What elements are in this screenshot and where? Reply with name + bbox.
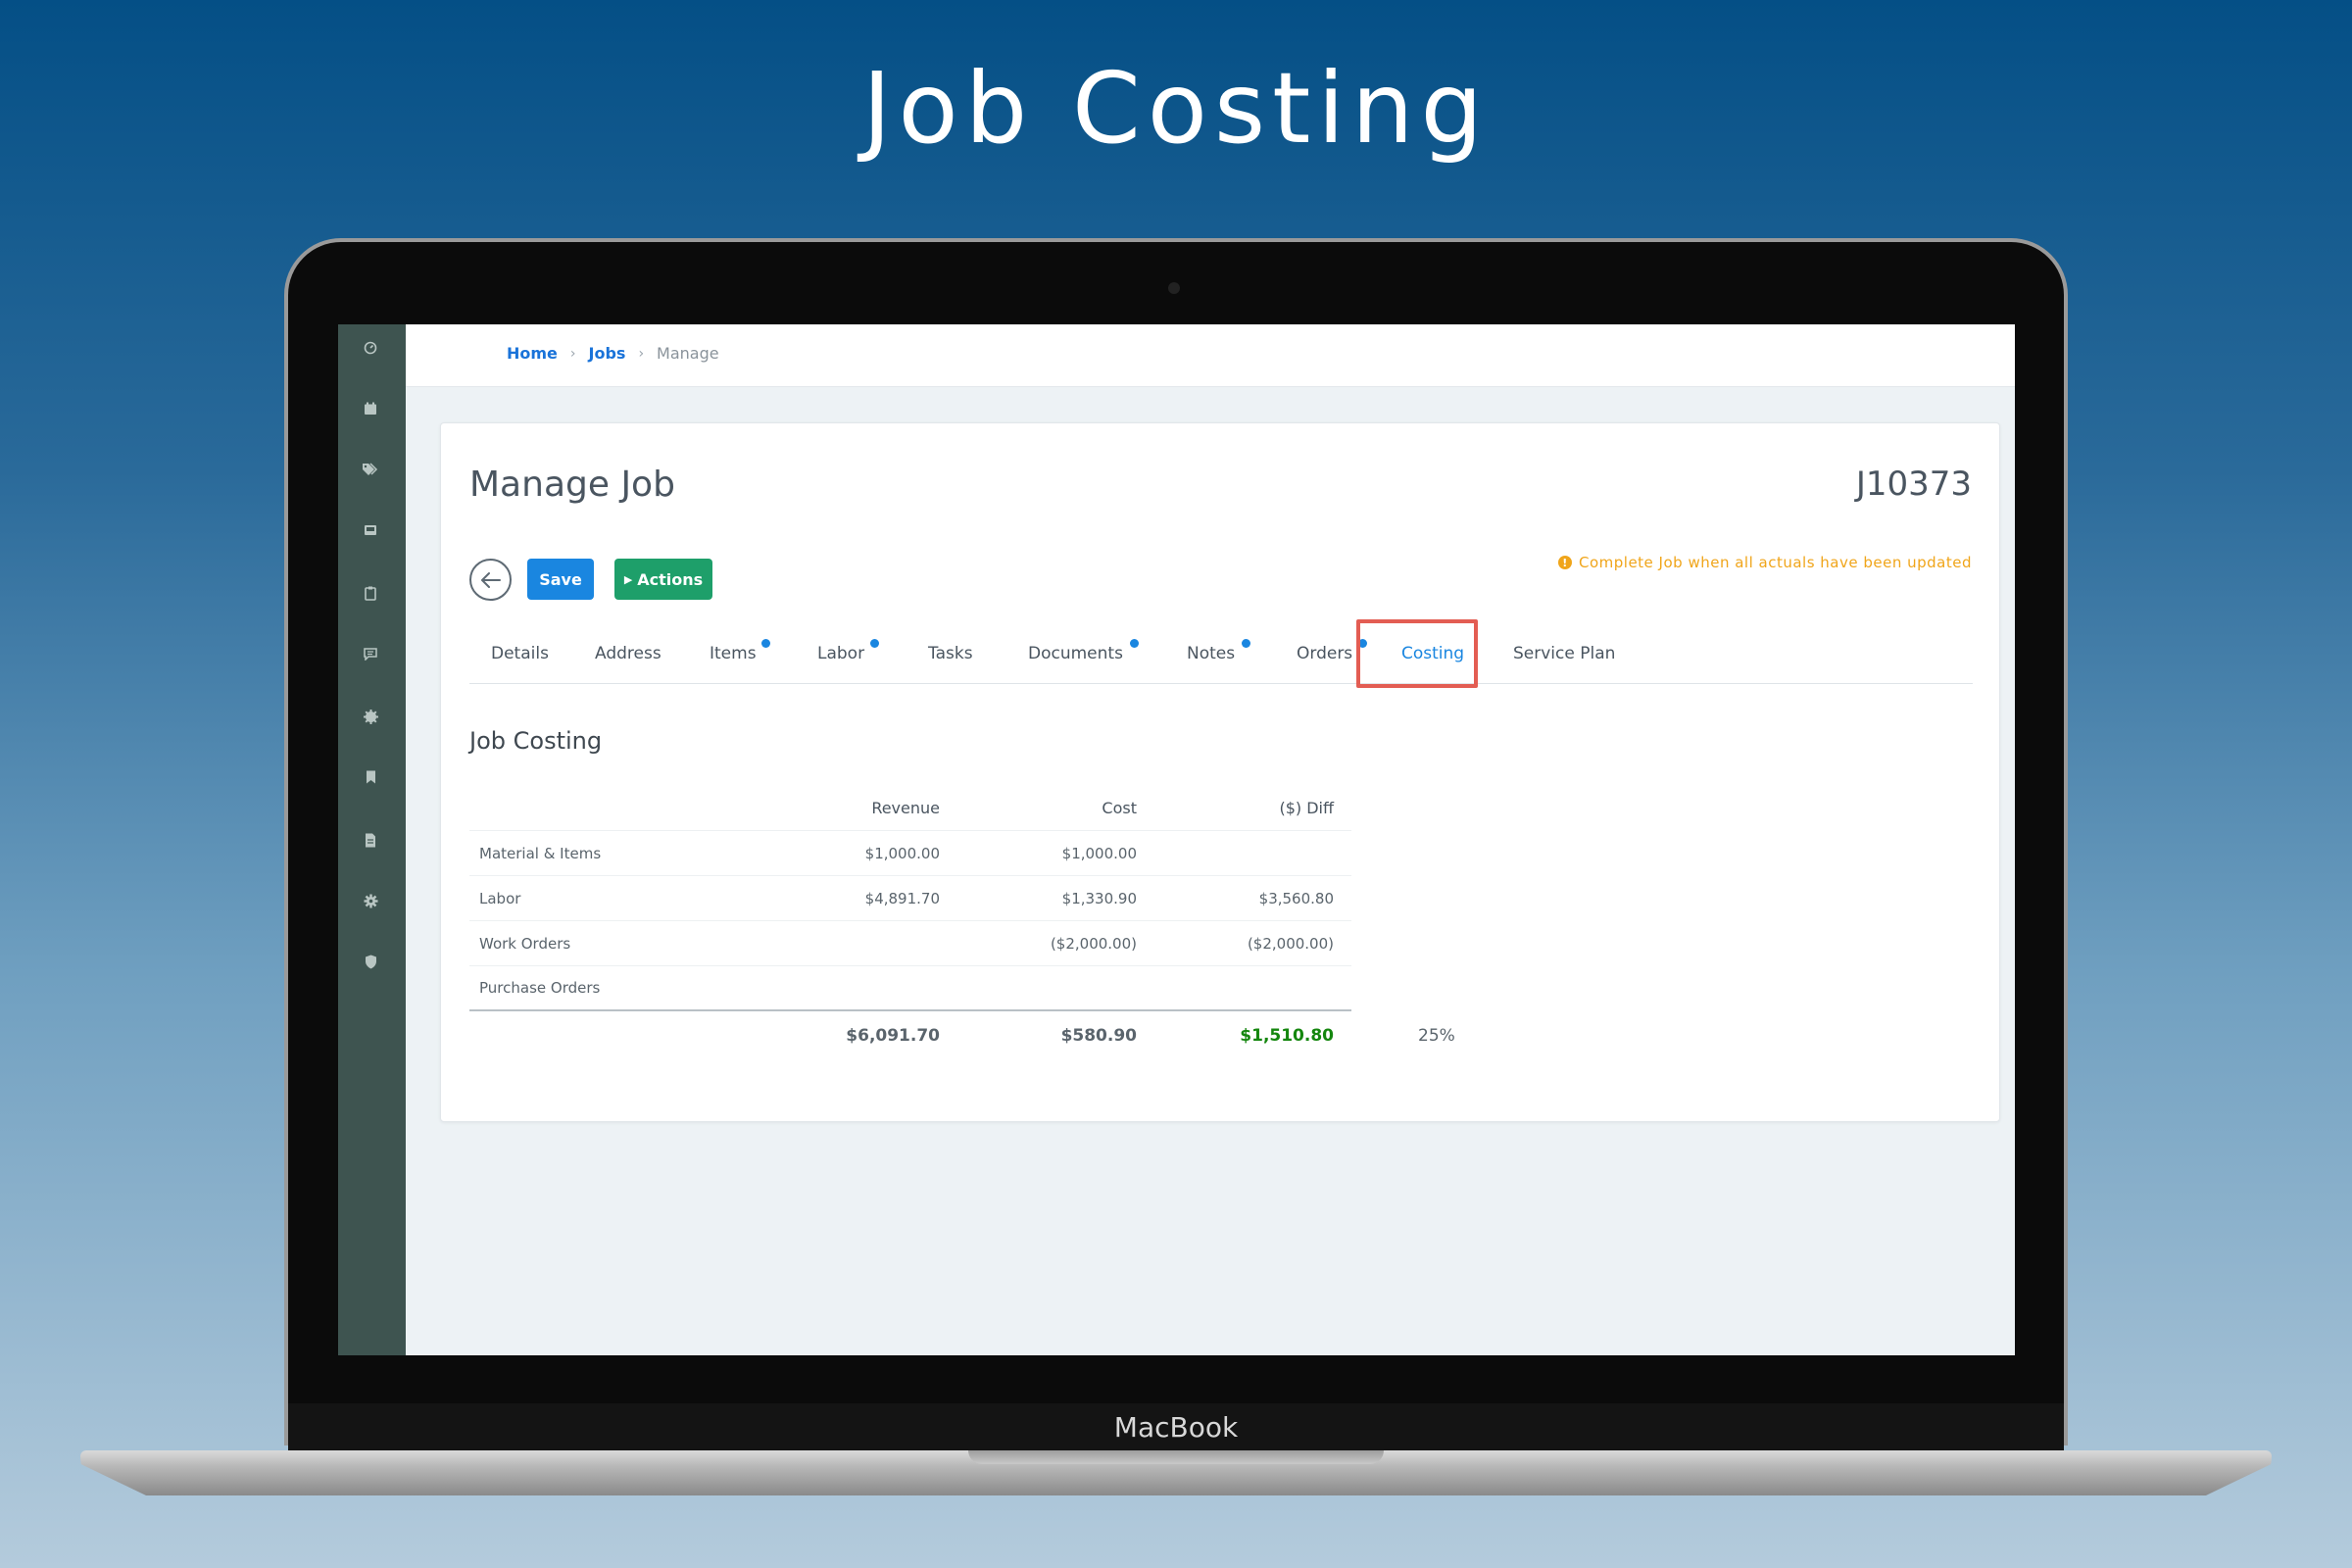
tab-labor[interactable]: Labor <box>817 625 879 682</box>
tab-label: Details <box>491 644 549 663</box>
row-label: Work Orders <box>479 934 571 953</box>
notice-text: Complete Job when all actuals have been … <box>1579 554 1972 571</box>
page-title: Manage Job <box>469 465 675 505</box>
total-cost: $580.90 <box>1060 1026 1137 1046</box>
caret-right-icon: ▶ <box>623 572 633 586</box>
warning-icon: ! <box>1558 556 1572 569</box>
chat-icon[interactable] <box>361 644 380 663</box>
tab-label: Items <box>710 644 757 663</box>
breadcrumb-jobs[interactable]: Jobs <box>589 344 626 363</box>
breadcrumb-current: Manage <box>657 344 719 363</box>
section-title: Job Costing <box>469 727 603 755</box>
tab-service-plan[interactable]: Service Plan <box>1513 625 1615 682</box>
job-costing-table: Revenue Cost ($) Diff Material & Items $… <box>469 786 1455 1060</box>
gear-badge-icon[interactable] <box>361 707 380 726</box>
camera <box>1168 282 1180 294</box>
tab-label: Costing <box>1401 644 1465 663</box>
tab-tasks[interactable]: Tasks <box>928 625 973 682</box>
cost-header: Cost <box>1102 799 1137 817</box>
tab-documents[interactable]: Documents <box>1028 625 1139 682</box>
settings-icon[interactable] <box>361 891 380 910</box>
total-diff: $1,510.80 <box>1240 1026 1334 1046</box>
tab-label: Documents <box>1028 644 1123 663</box>
complete-job-notice: ! Complete Job when all actuals have bee… <box>1558 554 1972 571</box>
row-cost: $1,000.00 <box>1061 844 1137 862</box>
bookmark-icon[interactable] <box>361 767 380 787</box>
revenue-header: Revenue <box>871 799 940 817</box>
notification-dot <box>1130 639 1139 648</box>
row-label: Labor <box>479 889 521 907</box>
row-diff: $3,560.80 <box>1258 889 1334 907</box>
shield-icon[interactable] <box>361 952 380 971</box>
row-cost: ($2,000.00) <box>1050 934 1137 953</box>
row-revenue: $4,891.70 <box>864 889 940 907</box>
arrow-left-icon <box>480 571 501 588</box>
tags-icon[interactable] <box>361 460 380 479</box>
notification-dot <box>761 639 770 648</box>
totals-row: $6,091.70 $580.90 $1,510.80 25% <box>469 1011 1455 1060</box>
table-row: Labor $4,891.70 $1,330.90 $3,560.80 <box>469 876 1351 921</box>
row-cost: $1,330.90 <box>1061 889 1137 907</box>
table-header-row: Revenue Cost ($) Diff <box>469 786 1351 831</box>
tab-label: Notes <box>1187 644 1236 663</box>
notification-dot <box>870 639 879 648</box>
laptop-notch <box>968 1450 1384 1464</box>
save-button[interactable]: Save <box>527 559 594 600</box>
device-chin: MacBook <box>288 1403 2064 1452</box>
sidebar <box>338 324 406 1355</box>
tab-label: Orders <box>1297 644 1353 663</box>
tab-label: Service Plan <box>1513 644 1616 663</box>
chevron-right-icon: › <box>569 345 576 362</box>
row-revenue: $1,000.00 <box>864 844 940 862</box>
tab-orders[interactable]: Orders <box>1297 625 1367 682</box>
tab-details[interactable]: Details <box>491 625 549 682</box>
tab-label: Tasks <box>928 644 973 663</box>
table-row: Purchase Orders <box>469 966 1351 1011</box>
job-tabs: Details Address Items Labor Tasks Docume… <box>469 625 1973 684</box>
tab-address[interactable]: Address <box>595 625 662 682</box>
actions-button[interactable]: ▶ Actions <box>614 559 712 600</box>
table-row: Work Orders ($2,000.00) ($2,000.00) <box>469 921 1351 966</box>
row-label: Purchase Orders <box>479 979 601 997</box>
tab-costing[interactable]: Costing <box>1401 625 1464 682</box>
tab-label: Labor <box>817 644 865 663</box>
top-bar: Home › Jobs › Manage <box>406 324 2015 387</box>
chevron-right-icon: › <box>638 345 645 362</box>
clipboard-icon[interactable] <box>361 583 380 603</box>
tab-items[interactable]: Items <box>710 625 770 682</box>
dashboard-icon[interactable] <box>361 338 380 358</box>
actions-label: Actions <box>637 569 704 589</box>
breadcrumb: Home › Jobs › Manage <box>507 344 719 363</box>
total-revenue: $6,091.70 <box>846 1026 940 1046</box>
document-icon[interactable] <box>361 830 380 850</box>
notification-dot <box>1242 639 1250 648</box>
diff-header: ($) Diff <box>1279 799 1334 817</box>
total-percent: 25% <box>1418 1026 1455 1046</box>
job-number: J10373 <box>1855 465 1972 504</box>
inbox-icon[interactable] <box>361 520 380 540</box>
row-label: Material & Items <box>479 844 602 862</box>
table-row: Material & Items $1,000.00 $1,000.00 <box>469 831 1351 876</box>
breadcrumb-home[interactable]: Home <box>507 344 558 363</box>
row-diff: ($2,000.00) <box>1247 934 1334 953</box>
notification-dot <box>1358 639 1367 648</box>
tab-notes[interactable]: Notes <box>1187 625 1250 682</box>
tab-label: Address <box>595 644 662 663</box>
headline: Job Costing <box>862 51 1490 166</box>
calendar-icon[interactable] <box>361 399 380 418</box>
manage-job-card: Manage Job J10373 Save ▶ Actions ! Compl… <box>440 422 2000 1122</box>
back-button[interactable] <box>469 559 512 601</box>
app-screen: Home › Jobs › Manage Manage Job J10373 S… <box>338 324 2015 1355</box>
